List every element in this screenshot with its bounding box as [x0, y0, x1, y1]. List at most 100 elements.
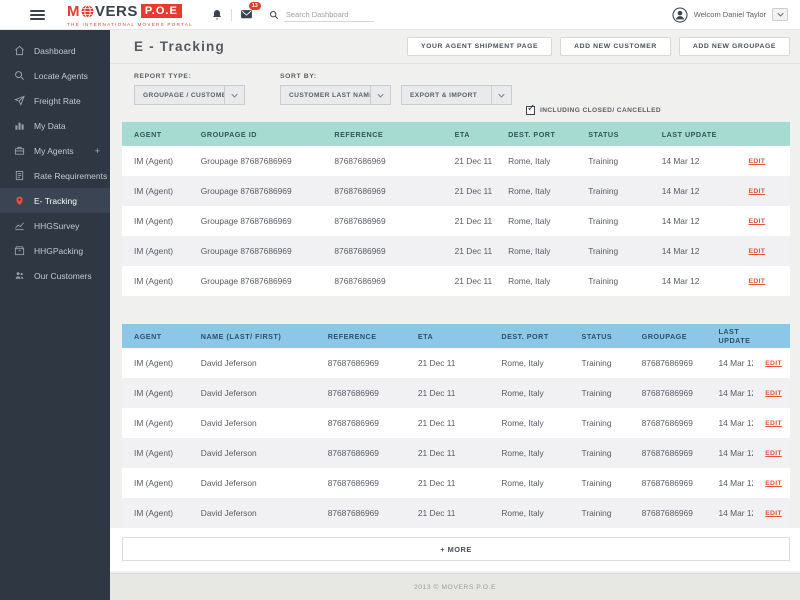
eta-cell: 21 Dec 11: [443, 206, 496, 236]
edit-link[interactable]: EDIT: [753, 438, 790, 468]
column-header: GROUPAGE ID: [189, 122, 323, 146]
name-cell: David Jeferson: [189, 408, 316, 438]
search-icon: [269, 10, 279, 20]
your-agent-shipment-page-button[interactable]: YOUR AGENT SHIPMENT PAGE: [407, 37, 552, 56]
eta-cell: 21 Dec 11: [443, 146, 496, 176]
reference-cell: 87687686969: [322, 146, 442, 176]
logo-tagline: THE INTERNATIONAL MOVERS PORTAL: [67, 22, 193, 27]
sidebar-item-our-customers[interactable]: Our Customers: [0, 263, 110, 288]
agent-cell: IM (Agent): [122, 146, 189, 176]
column-header: REFERENCE: [322, 122, 442, 146]
sidebar-item-rate-requirements[interactable]: Rate Requirements: [0, 163, 110, 188]
groupage-table: AGENTGROUPAGE IDREFERENCEETADEST. PORTST…: [122, 122, 790, 296]
more-button[interactable]: + MORE: [122, 537, 790, 561]
user-avatar-icon[interactable]: [672, 7, 688, 23]
export-import-select[interactable]: EXPORT & IMPORT: [401, 85, 512, 105]
column-header: NAME (LAST/ FIRST): [189, 324, 316, 348]
customer-table-row: IM (Agent) David Jeferson 87687686969 21…: [122, 378, 790, 408]
add-new-customer-button[interactable]: ADD NEW CUSTOMER: [560, 37, 671, 56]
name-cell: David Jeferson: [189, 348, 316, 378]
main-content: E - Tracking YOUR AGENT SHIPMENT PAGE AD…: [110, 30, 800, 600]
sidebar-item-e-tracking[interactable]: E- Tracking: [0, 188, 110, 213]
messages-icon[interactable]: [240, 8, 253, 21]
edit-link[interactable]: EDIT: [737, 206, 790, 236]
dest-port-cell: Rome, Italy: [489, 468, 569, 498]
bar-chart-icon: [14, 120, 25, 131]
customer-table: AGENTNAME (LAST/ FIRST)REFERENCEETADEST.…: [122, 324, 790, 528]
dest-port-cell: Rome, Italy: [496, 146, 576, 176]
customer-table-row: IM (Agent) David Jeferson 87687686969 21…: [122, 498, 790, 528]
groupage-id-cell: Groupage 87687686969: [189, 236, 323, 266]
customer-table-row: IM (Agent) David Jeferson 87687686969 21…: [122, 468, 790, 498]
sidebar-item-hhgpacking[interactable]: HHGPacking: [0, 238, 110, 263]
search-box: [269, 8, 374, 22]
sidebar-item-dashboard[interactable]: Dashboard: [0, 38, 110, 63]
last-update-cell: 14 Mar 12: [650, 146, 737, 176]
edit-link[interactable]: EDIT: [753, 408, 790, 438]
status-cell: Training: [570, 378, 630, 408]
sidebar-item-hhgsurvey[interactable]: HHGSurvey: [0, 213, 110, 238]
last-update-cell: 14 Mar 12: [706, 408, 753, 438]
customer-table-row: IM (Agent) David Jeferson 87687686969 21…: [122, 438, 790, 468]
column-header: AGENT: [122, 122, 189, 146]
sidebar-item-locate-agents[interactable]: Locate Agents: [0, 63, 110, 88]
dest-port-cell: Rome, Italy: [489, 408, 569, 438]
column-header: GROUPAGE: [630, 324, 707, 348]
status-cell: Training: [570, 408, 630, 438]
groupage-table-row: IM (Agent) Groupage 87687686969 87687686…: [122, 146, 790, 176]
add-new-groupage-button[interactable]: ADD NEW GROUPAGE: [679, 37, 790, 56]
check-icon: ✓: [527, 103, 535, 114]
status-cell: Training: [576, 266, 649, 296]
edit-link[interactable]: EDIT: [753, 468, 790, 498]
groupage-table-row: IM (Agent) Groupage 87687686969 87687686…: [122, 176, 790, 206]
groupage-table-row: IM (Agent) Groupage 87687686969 87687686…: [122, 206, 790, 236]
user-menu-button[interactable]: [772, 8, 788, 21]
groupage-table-row: IM (Agent) Groupage 87687686969 87687686…: [122, 236, 790, 266]
including-closed-checkbox[interactable]: ✓: [526, 106, 535, 115]
dest-port-cell: Rome, Italy: [489, 348, 569, 378]
bell-icon[interactable]: [211, 9, 223, 21]
name-cell: David Jeferson: [189, 498, 316, 528]
status-cell: Training: [570, 348, 630, 378]
customer-table-row: IM (Agent) David Jeferson 87687686969 21…: [122, 408, 790, 438]
edit-link[interactable]: EDIT: [737, 176, 790, 206]
sidebar-item-freight-rate[interactable]: Freight Rate: [0, 88, 110, 113]
reference-cell: 87687686969: [316, 468, 406, 498]
sidebar-item-my-data[interactable]: My Data: [0, 113, 110, 138]
copyright-text: 2013 © MOVERS P.O.E: [414, 584, 496, 591]
people-icon: [14, 270, 25, 281]
including-closed-label: INCLUDING CLOSED/ CANCELLED: [540, 107, 661, 114]
last-update-cell: 14 Mar 12: [650, 206, 737, 236]
filter-bar: REPORT TYPE: GROUPAGE / CUSTOMERS SORT B…: [110, 64, 800, 122]
groupage-id-cell: Groupage 87687686969: [189, 266, 323, 296]
edit-link[interactable]: EDIT: [737, 146, 790, 176]
last-update-cell: 14 Mar 12: [706, 498, 753, 528]
sidebar-item-my-agents[interactable]: My Agents +: [0, 138, 110, 163]
reference-cell: 87687686969: [322, 176, 442, 206]
agent-cell: IM (Agent): [122, 408, 189, 438]
sort-by-name-select[interactable]: CUSTOMER LAST NAME: [280, 85, 391, 105]
groupage-table-row: IM (Agent) Groupage 87687686969 87687686…: [122, 266, 790, 296]
agent-cell: IM (Agent): [122, 206, 189, 236]
line-chart-icon: [14, 220, 25, 231]
edit-link[interactable]: EDIT: [753, 348, 790, 378]
report-type-select[interactable]: GROUPAGE / CUSTOMERS: [134, 85, 245, 105]
column-header: AGENT: [122, 324, 189, 348]
table-gap: [110, 296, 800, 324]
hamburger-menu-icon[interactable]: [30, 8, 45, 22]
expand-plus-icon[interactable]: +: [95, 146, 100, 156]
home-icon: [14, 45, 25, 56]
edit-link[interactable]: EDIT: [753, 378, 790, 408]
eta-cell: 21 Dec 11: [406, 438, 490, 468]
reference-cell: 87687686969: [316, 498, 406, 528]
column-header: ETA: [406, 324, 490, 348]
agent-cell: IM (Agent): [122, 438, 189, 468]
eta-cell: 21 Dec 11: [406, 378, 490, 408]
search-input[interactable]: [284, 8, 374, 22]
chevron-down-icon: [777, 12, 784, 17]
edit-link[interactable]: EDIT: [737, 236, 790, 266]
edit-link[interactable]: EDIT: [737, 266, 790, 296]
app-logo: M VERS P.O.E THE INTERNATIONAL MOVERS PO…: [67, 3, 193, 27]
status-cell: Training: [570, 468, 630, 498]
edit-link[interactable]: EDIT: [753, 498, 790, 528]
